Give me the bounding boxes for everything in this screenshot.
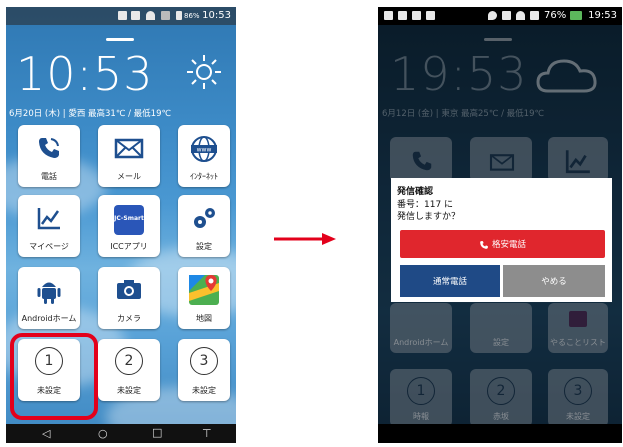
sun-icon — [187, 55, 221, 89]
clock: 10:53 — [16, 47, 154, 101]
location-icon — [488, 11, 497, 20]
battery-icon — [570, 11, 582, 20]
cheap-call-content: 格安電話 — [400, 238, 605, 250]
www-text: www — [197, 147, 212, 154]
wifi-icon — [146, 11, 155, 20]
recents-icon[interactable]: □ — [152, 426, 162, 439]
notification-icon — [398, 11, 407, 20]
tile-label: メール — [117, 172, 141, 181]
tile-label: Androidホーム — [21, 314, 77, 323]
cheap-call-button[interactable]: 格安電話 — [400, 230, 605, 258]
dialog-question-line: 発信しますか？ — [397, 212, 461, 222]
battery-icon — [176, 11, 182, 20]
cancel-button[interactable]: やめる — [503, 265, 605, 297]
tile-label: 地図 — [196, 314, 212, 323]
jc-smart-icon: JC-Smart — [114, 205, 144, 235]
tile-settings[interactable]: 設定 — [178, 195, 230, 257]
map-icon — [189, 275, 219, 305]
tile-label: ICCアプリ — [110, 242, 148, 251]
tile-android-home[interactable]: Androidホーム — [18, 267, 80, 329]
notification-icon — [384, 11, 393, 20]
signal-icon — [161, 11, 170, 20]
tile-mail[interactable]: メール — [98, 125, 160, 187]
tile-label: マイページ — [29, 242, 69, 251]
cheap-call-label: 格安電話 — [491, 240, 526, 250]
globe-www-icon: www — [191, 136, 217, 162]
notification-icon — [131, 11, 140, 20]
notification-icon — [426, 11, 435, 20]
dialog-title: 発信確認 — [397, 187, 434, 197]
jc-smart-text: JC-Smart — [114, 215, 144, 222]
tile-label: 電話 — [41, 172, 57, 181]
gears-icon — [194, 208, 215, 228]
drawer-handle[interactable] — [106, 38, 134, 41]
weather-date-line: 6月20日 (木) | 愛西 最高31℃ / 最低19℃ — [9, 109, 172, 119]
tile-icc-app[interactable]: JC-Smart ICCアプリ — [98, 195, 160, 257]
call-confirm-dialog: 発信確認 番号：117 に 発信しますか？ 格安電話 通常電話 やめる — [391, 178, 612, 302]
tile-label: 未設定 — [192, 386, 216, 395]
tile-map[interactable]: 地図 — [178, 267, 230, 329]
tile-camera[interactable]: カメラ — [98, 267, 160, 329]
tile-label: カメラ — [117, 314, 141, 323]
notification-icon — [118, 11, 127, 20]
highlight-box — [10, 333, 98, 420]
tile-label: ｲﾝﾀｰﾈｯﾄ — [190, 172, 218, 181]
back-icon[interactable]: ◁ — [42, 427, 50, 440]
cancel-label: やめる — [541, 277, 567, 287]
chart-icon — [37, 208, 60, 230]
phone-icon — [480, 240, 488, 249]
navigation-bar: ◁ ○ □ ⊤ — [6, 424, 236, 443]
status-bar: 76% 19:53 — [378, 7, 622, 25]
android-icon — [37, 282, 61, 304]
tile-internet[interactable]: www ｲﾝﾀｰﾈｯﾄ — [178, 125, 230, 187]
signal-icon — [530, 11, 539, 20]
tile-mypage[interactable]: マイページ — [18, 195, 80, 257]
normal-call-label: 通常電話 — [432, 277, 467, 287]
arrow-icon — [274, 233, 336, 245]
mail-icon — [114, 138, 144, 159]
notification-icon — [412, 11, 421, 20]
normal-call-button[interactable]: 通常電話 — [400, 265, 500, 297]
menu-icon[interactable]: ⊤ — [202, 427, 212, 440]
tile-phone[interactable]: 電話 — [18, 125, 80, 187]
number-circle-icon: 2 — [115, 347, 143, 375]
camera-icon — [117, 280, 141, 299]
vibrate-icon — [502, 11, 511, 20]
tile-label: 未設定 — [117, 386, 141, 395]
phone-icon — [39, 138, 59, 158]
battery-percent: 86% — [184, 12, 200, 20]
battery-percent: 76% — [544, 10, 567, 21]
home-icon[interactable]: ○ — [98, 427, 108, 440]
navigation-bar — [378, 424, 622, 443]
status-bar: 86% 10:53 — [6, 7, 236, 25]
number-circle-icon: 3 — [190, 347, 218, 375]
status-time: 19:53 — [588, 10, 617, 21]
wifi-icon — [516, 11, 525, 20]
tile-unset-3[interactable]: 3 未設定 — [178, 339, 230, 401]
tile-label: 設定 — [196, 242, 212, 251]
tile-unset-2[interactable]: 2 未設定 — [98, 339, 160, 401]
status-time: 10:53 — [202, 10, 231, 21]
